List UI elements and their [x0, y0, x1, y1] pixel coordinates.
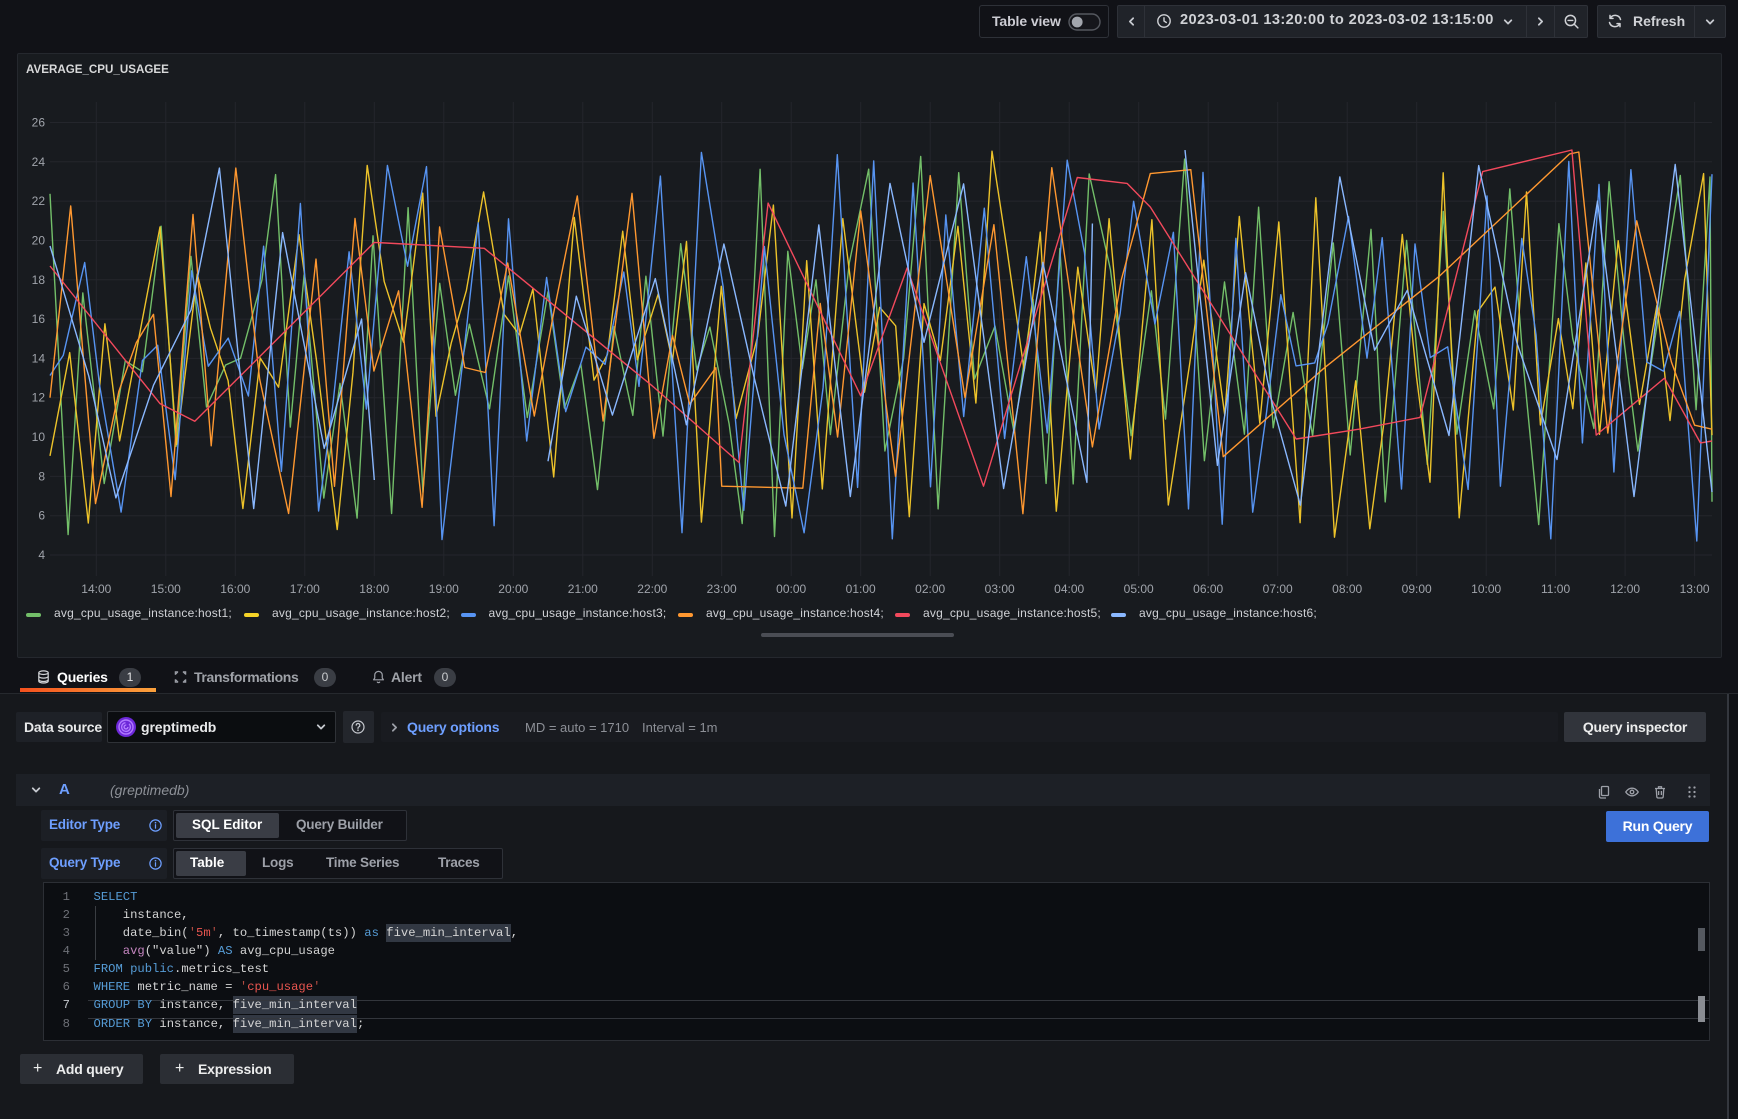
svg-text:20: 20: [32, 234, 46, 248]
svg-text:08:00: 08:00: [1332, 582, 1362, 596]
svg-text:13:00: 13:00: [1680, 582, 1710, 596]
svg-text:06:00: 06:00: [1193, 582, 1223, 596]
svg-text:21:00: 21:00: [568, 582, 598, 596]
svg-text:09:00: 09:00: [1402, 582, 1432, 596]
svg-text:12: 12: [32, 391, 46, 405]
svg-text:16: 16: [32, 312, 46, 326]
svg-text:15:00: 15:00: [151, 582, 181, 596]
svg-text:4: 4: [38, 548, 45, 562]
svg-text:18:00: 18:00: [359, 582, 389, 596]
svg-text:22: 22: [32, 194, 46, 208]
svg-text:05:00: 05:00: [1124, 582, 1154, 596]
svg-text:20:00: 20:00: [498, 582, 528, 596]
svg-text:6: 6: [38, 509, 45, 523]
svg-text:19:00: 19:00: [429, 582, 459, 596]
svg-text:02:00: 02:00: [915, 582, 945, 596]
svg-text:04:00: 04:00: [1054, 582, 1084, 596]
svg-text:01:00: 01:00: [846, 582, 876, 596]
svg-text:18: 18: [32, 273, 46, 287]
svg-text:14: 14: [32, 351, 46, 365]
svg-text:12:00: 12:00: [1610, 582, 1640, 596]
svg-text:16:00: 16:00: [220, 582, 250, 596]
svg-text:17:00: 17:00: [290, 582, 320, 596]
svg-text:24: 24: [32, 155, 46, 169]
svg-text:23:00: 23:00: [707, 582, 737, 596]
svg-text:8: 8: [38, 469, 45, 483]
svg-text:03:00: 03:00: [985, 582, 1015, 596]
svg-text:26: 26: [32, 116, 46, 130]
svg-text:22:00: 22:00: [637, 582, 667, 596]
svg-text:11:00: 11:00: [1541, 582, 1570, 596]
svg-text:10: 10: [32, 430, 46, 444]
svg-text:00:00: 00:00: [776, 582, 806, 596]
svg-text:10:00: 10:00: [1471, 582, 1501, 596]
svg-text:07:00: 07:00: [1263, 582, 1293, 596]
svg-text:14:00: 14:00: [81, 582, 111, 596]
